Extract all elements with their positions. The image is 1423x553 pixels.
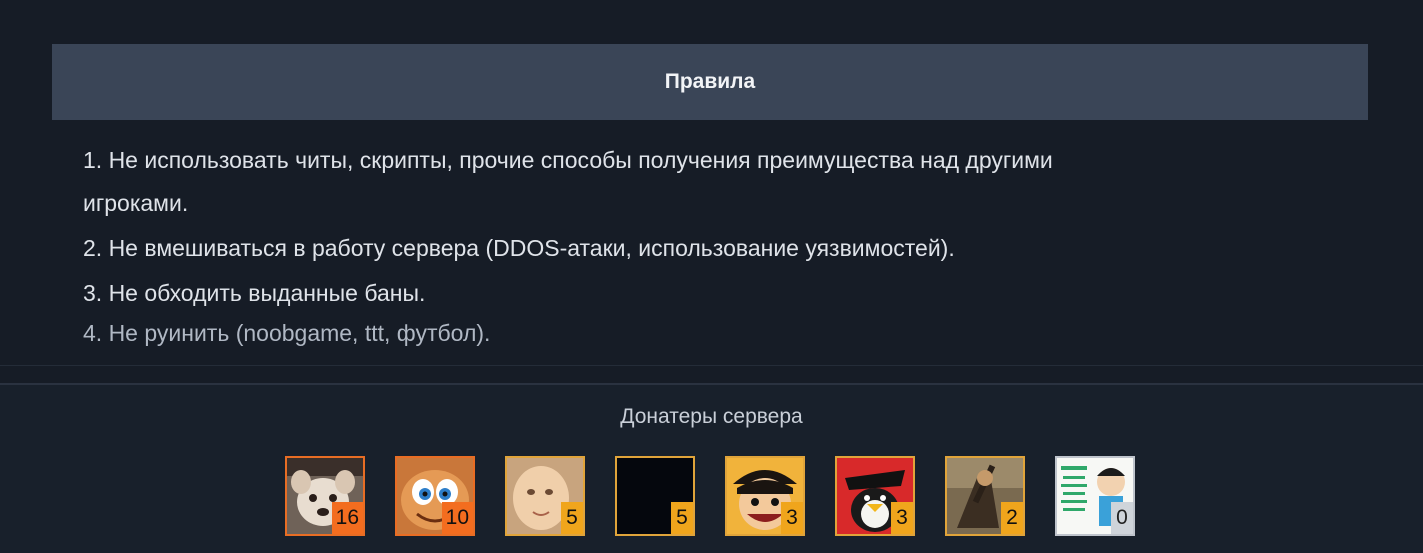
donor-count: 5 — [671, 502, 693, 534]
donor-avatar[interactable]: 16 — [285, 456, 365, 536]
donor-count: 2 — [1001, 502, 1023, 534]
donor-avatar[interactable]: 5 — [615, 456, 695, 536]
donor-avatar[interactable]: 0 — [1055, 456, 1135, 536]
donors-title: Донатеры сервера — [620, 405, 803, 428]
donor-count: 5 — [561, 502, 583, 534]
donor-avatar[interactable]: 3 — [835, 456, 915, 536]
donor-count: 3 — [891, 502, 913, 534]
rule-item-1-continued: игроками. — [83, 190, 189, 216]
rule-item-3: 3. Не обходить выданные баны. — [83, 280, 426, 306]
rule-item-1: 1. Не использовать читы, скрипты, прочие… — [83, 147, 1053, 173]
rule-item-4: 4. Не руинить (noobgame, ttt, футбол). — [83, 320, 491, 346]
donors-section: Донатеры сервера 16 10 5 5 3 3 2 0 — [0, 385, 1423, 553]
rules-title: Правила — [664, 70, 756, 93]
donor-count: 16 — [331, 502, 363, 534]
page: Правила 1. Не использовать читы, скрипты… — [0, 0, 1423, 553]
donor-count: 3 — [781, 502, 803, 534]
divider — [0, 365, 1423, 366]
rule-item-2: 2. Не вмешиваться в работу сервера (DDOS… — [83, 235, 955, 261]
rules-header: Правила — [52, 44, 1368, 120]
rules-list: 1. Не использовать читы, скрипты, прочие… — [52, 120, 1368, 350]
donor-avatar[interactable]: 5 — [505, 456, 585, 536]
donor-avatar[interactable]: 3 — [725, 456, 805, 536]
rules-panel: Правила 1. Не использовать читы, скрипты… — [52, 44, 1368, 350]
donors-list: 16 10 5 5 3 3 2 0 — [285, 456, 1135, 536]
donor-count: 0 — [1111, 502, 1133, 534]
donor-avatar[interactable]: 2 — [945, 456, 1025, 536]
donor-count: 10 — [441, 502, 473, 534]
donor-avatar[interactable]: 10 — [395, 456, 475, 536]
